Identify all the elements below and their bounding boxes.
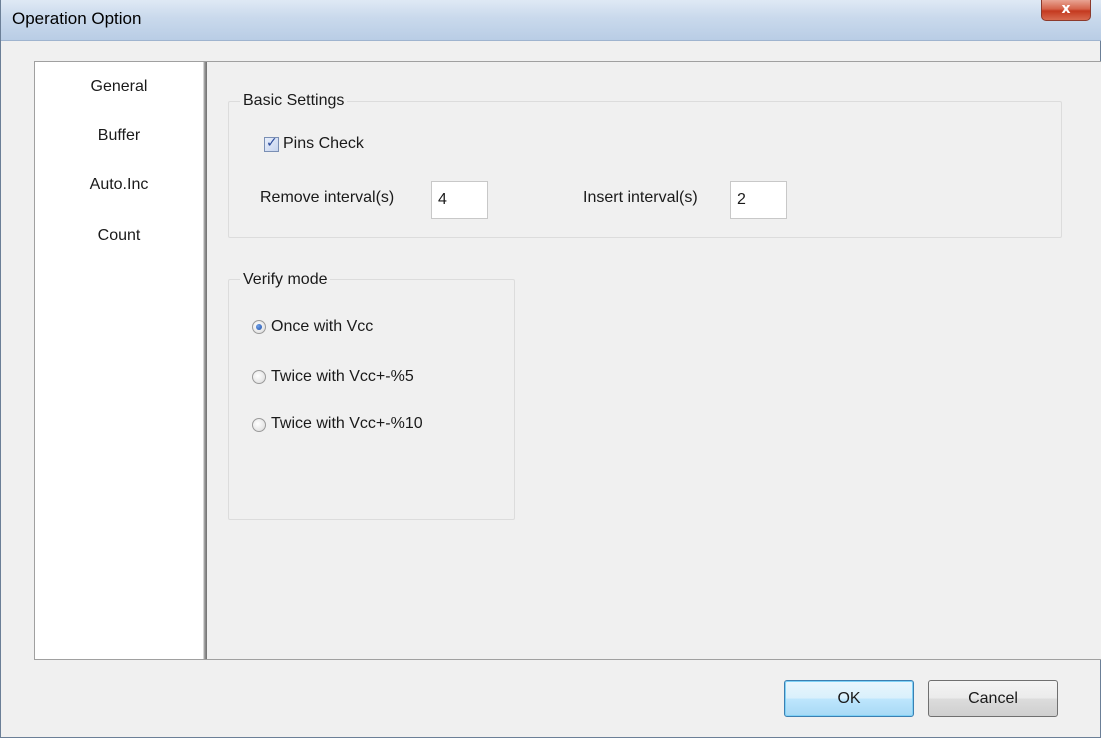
remove-interval-input[interactable]: 4 bbox=[431, 181, 488, 219]
ok-button[interactable]: OK bbox=[784, 680, 914, 717]
nav-item-count[interactable]: Count bbox=[35, 227, 203, 245]
basic-settings-group bbox=[228, 101, 1062, 238]
insert-interval-label: Insert interval(s) bbox=[583, 189, 698, 206]
nav-item-general[interactable]: General bbox=[35, 78, 203, 96]
radio-label-once-with-vcc[interactable]: Once with Vcc bbox=[271, 318, 373, 336]
radio-label-twice-with-vcc-10[interactable]: Twice with Vcc+-%10 bbox=[271, 415, 423, 433]
close-icon: x bbox=[1061, 1, 1071, 17]
insert-interval-input[interactable]: 2 bbox=[730, 181, 787, 219]
options-frame: General Buffer Auto.Inc Count Basic Sett… bbox=[34, 61, 1101, 660]
radio-selected-dot bbox=[256, 324, 262, 330]
general-settings-panel: Basic Settings ✓ Pins Check Remove inter… bbox=[207, 62, 1101, 659]
operation-option-dialog: Operation Option x General Buffer Auto.I… bbox=[0, 0, 1101, 738]
nav-item-auto-inc[interactable]: Auto.Inc bbox=[35, 176, 203, 194]
cancel-button[interactable]: Cancel bbox=[928, 680, 1058, 717]
radio-once-with-vcc[interactable] bbox=[252, 320, 266, 334]
window-title: Operation Option bbox=[12, 9, 142, 28]
title-bar[interactable]: Operation Option x bbox=[1, 0, 1101, 41]
verify-mode-group bbox=[228, 279, 515, 520]
pins-check-checkbox[interactable]: ✓ bbox=[264, 135, 279, 152]
radio-twice-with-vcc-10[interactable] bbox=[252, 418, 266, 432]
close-button[interactable]: x bbox=[1041, 0, 1091, 21]
basic-settings-title: Basic Settings bbox=[240, 92, 348, 110]
radio-label-twice-with-vcc-5[interactable]: Twice with Vcc+-%5 bbox=[271, 368, 414, 386]
pins-check-label[interactable]: Pins Check bbox=[283, 135, 364, 153]
radio-twice-with-vcc-5[interactable] bbox=[252, 370, 266, 384]
checkmark-icon: ✓ bbox=[266, 135, 278, 151]
verify-mode-title: Verify mode bbox=[240, 271, 331, 289]
nav-item-buffer[interactable]: Buffer bbox=[35, 127, 203, 145]
category-list: General Buffer Auto.Inc Count bbox=[35, 62, 203, 659]
remove-interval-label: Remove interval(s) bbox=[260, 189, 395, 206]
